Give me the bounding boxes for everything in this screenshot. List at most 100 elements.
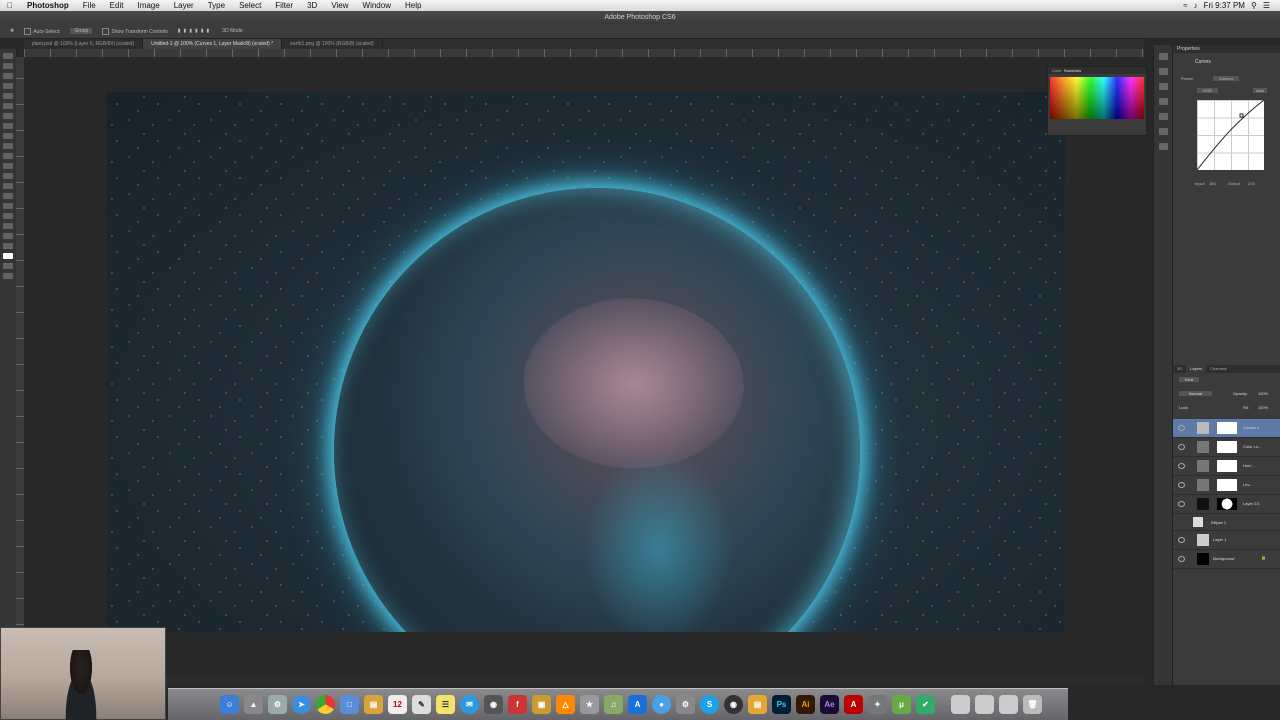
character-icon[interactable] — [1158, 113, 1168, 120]
gradient-tool-icon[interactable] — [3, 163, 13, 169]
vlc-icon[interactable]: △ — [556, 695, 575, 714]
horizontal-ruler[interactable] — [24, 49, 1144, 57]
menu-3d[interactable]: 3D — [300, 1, 324, 10]
menu-edit[interactable]: Edit — [103, 1, 131, 10]
crop-tool-icon[interactable] — [3, 93, 13, 99]
eye-icon[interactable] — [1178, 501, 1185, 507]
skype-icon[interactable]: S — [700, 695, 719, 714]
type-tool-icon[interactable] — [3, 203, 13, 209]
app-icon[interactable]: ★ — [580, 695, 599, 714]
lasso-tool-icon[interactable] — [3, 73, 13, 79]
swatch-grid[interactable] — [1050, 77, 1144, 119]
app-menu[interactable]: Photoshop — [20, 1, 76, 10]
menu-help[interactable]: Help — [398, 1, 428, 10]
menu-file[interactable]: File — [76, 1, 103, 10]
dodge-tool-icon[interactable] — [3, 183, 13, 189]
shape-tool-icon[interactable] — [3, 223, 13, 229]
eye-icon[interactable] — [1178, 425, 1185, 431]
layer-name[interactable]: Layer 1 — [1213, 537, 1226, 542]
marquee-tool-icon[interactable] — [3, 63, 13, 69]
brush-tool-icon[interactable] — [3, 123, 13, 129]
blur-tool-icon[interactable] — [3, 173, 13, 179]
menu-filter[interactable]: Filter — [268, 1, 300, 10]
layer-row[interactable]: Layer 1 — [1173, 531, 1280, 550]
document-canvas[interactable] — [107, 92, 1065, 632]
stamp-tool-icon[interactable] — [3, 133, 13, 139]
actions-icon[interactable] — [1158, 68, 1168, 75]
curve-line[interactable] — [1197, 100, 1264, 170]
menu-view[interactable]: View — [324, 1, 355, 10]
layer-row[interactable]: Ellipse 1 — [1173, 514, 1280, 531]
calendar-icon[interactable]: 12 — [388, 695, 407, 714]
layer-mask-thumb[interactable] — [1217, 460, 1237, 472]
foreground-color-swatch[interactable] — [3, 253, 13, 259]
trash-icon[interactable]: 🗑 — [1023, 695, 1042, 714]
input-value[interactable]: 183 — [1209, 181, 1216, 186]
tool-presets-icon[interactable] — [1158, 143, 1168, 150]
opacity-value[interactable]: 100% — [1258, 391, 1268, 396]
auto-button[interactable]: Auto — [1253, 88, 1268, 93]
quick-select-tool-icon[interactable] — [3, 83, 13, 89]
layer-name[interactable]: Ellipse 1 — [1211, 520, 1226, 525]
document-stack-icon[interactable] — [975, 695, 994, 714]
tab-channels[interactable]: Channels — [1206, 365, 1231, 373]
app-icon[interactable]: ♫ — [604, 695, 623, 714]
text-edit-icon[interactable]: ✎ — [412, 695, 431, 714]
brush-panel-icon[interactable] — [1158, 83, 1168, 90]
preset-dropdown[interactable]: Custom — [1213, 76, 1239, 81]
eyedropper-tool-icon[interactable] — [3, 103, 13, 109]
transform-controls-checkbox[interactable]: Show Transform Controls — [102, 27, 168, 35]
after-effects-icon[interactable]: Ae — [820, 695, 839, 714]
system-app-icon[interactable]: ◉ — [484, 695, 503, 714]
fill-value[interactable]: 100% — [1258, 405, 1268, 410]
move-tool-icon[interactable]: ✥ — [10, 28, 14, 34]
volume-icon[interactable]: ♪ — [1194, 1, 1198, 10]
tab-swatches[interactable]: Swatches — [1064, 68, 1081, 73]
layer-row[interactable]: Background 🔒 — [1173, 550, 1280, 569]
finder-icon[interactable]: ☺ — [220, 695, 239, 714]
app-icon[interactable]: ▣ — [532, 695, 551, 714]
move-tool-icon[interactable] — [3, 53, 13, 59]
kind-filter[interactable]: Kind — [1179, 377, 1200, 382]
tab-3d[interactable]: 3D — [1173, 365, 1186, 373]
app-icon[interactable]: ⚙ — [268, 695, 287, 714]
app-store-icon[interactable]: A — [628, 695, 647, 714]
chrome-icon[interactable] — [316, 695, 335, 714]
messages-icon[interactable]: ✉ — [460, 695, 479, 714]
tab-layers[interactable]: Layers — [1186, 365, 1207, 373]
search-icon[interactable]: ⚲ — [1251, 1, 1257, 10]
flash-icon[interactable]: f — [508, 695, 527, 714]
auto-select-dropdown[interactable]: Group — [70, 28, 93, 34]
channel-dropdown[interactable]: RGB — [1197, 88, 1218, 93]
eye-icon[interactable] — [1178, 463, 1185, 469]
list-icon[interactable]: ☰ — [1263, 1, 1270, 10]
layer-mask-thumb[interactable] — [1217, 441, 1237, 453]
vertical-ruler[interactable] — [16, 57, 24, 677]
zoom-tool-icon[interactable] — [3, 243, 13, 249]
app-icon[interactable]: ✔ — [916, 695, 935, 714]
curves-graph[interactable] — [1197, 100, 1264, 170]
menu-image[interactable]: Image — [130, 1, 166, 10]
folder-icon[interactable]: ▤ — [748, 695, 767, 714]
layer-name[interactable]: Lev... — [1243, 482, 1253, 487]
notes-icon[interactable]: ☰ — [436, 695, 455, 714]
output-value[interactable]: 215 — [1248, 181, 1255, 186]
utorrent-icon[interactable]: μ — [892, 695, 911, 714]
layer-row[interactable]: Layer 2/1 — [1173, 495, 1280, 514]
layer-row[interactable]: Color Lo... — [1173, 438, 1280, 457]
path-select-tool-icon[interactable] — [3, 213, 13, 219]
illustrator-icon[interactable]: Ai — [796, 695, 815, 714]
layer-name[interactable]: Background — [1213, 556, 1234, 561]
hand-tool-icon[interactable] — [3, 233, 13, 239]
eye-icon[interactable] — [1178, 482, 1185, 488]
eye-icon[interactable] — [1178, 537, 1185, 543]
layer-name[interactable]: Color Lo... — [1243, 444, 1261, 449]
layer-row[interactable]: Lev... — [1173, 476, 1280, 495]
acrobat-icon[interactable]: A — [844, 695, 863, 714]
menu-window[interactable]: Window — [356, 1, 398, 10]
pen-tool-icon[interactable] — [3, 193, 13, 199]
document-stack-icon[interactable] — [999, 695, 1018, 714]
eraser-tool-icon[interactable] — [3, 153, 13, 159]
folder-icon[interactable]: ▤ — [364, 695, 383, 714]
eye-icon[interactable] — [1178, 556, 1185, 562]
